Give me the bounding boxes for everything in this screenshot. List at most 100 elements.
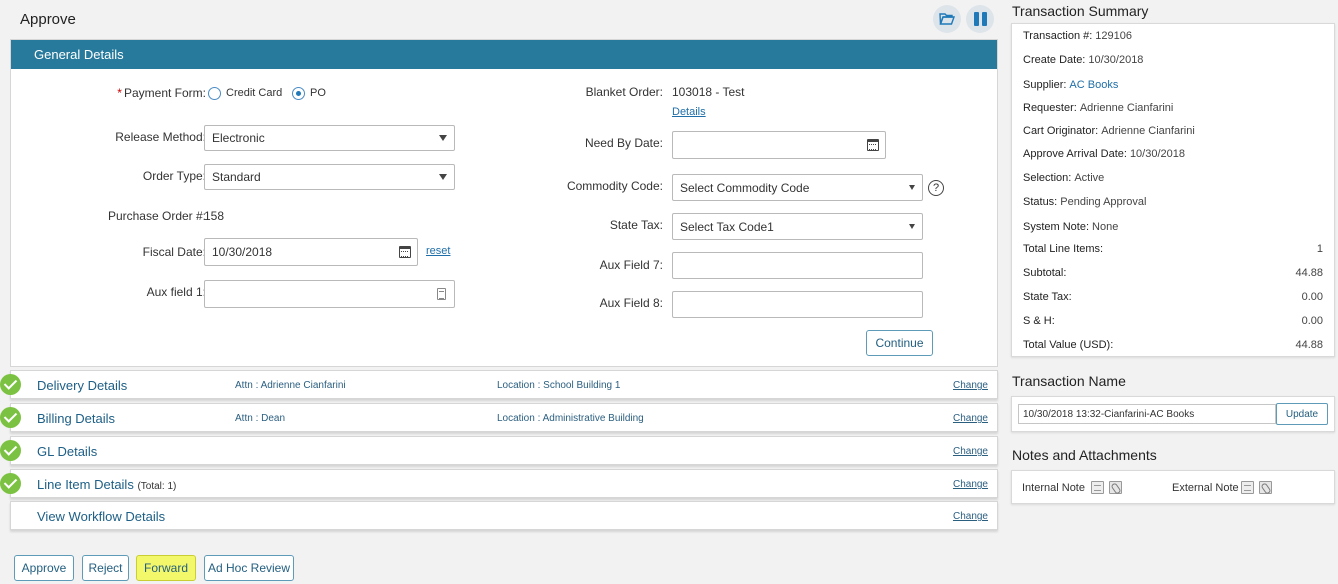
external-note-attachment-icon[interactable]: [1259, 481, 1272, 494]
summary-key: Transaction #:: [1023, 30, 1093, 42]
commodity-code-select[interactable]: Select Commodity Code: [672, 174, 923, 201]
summary-approve-arrival: Approve Arrival Date: 10/30/2018: [1023, 148, 1323, 164]
summary-state-tax: State Tax: 0.00: [1023, 291, 1323, 307]
release-method-label: Release Method:: [115, 130, 206, 144]
summary-value: 44.88: [1295, 267, 1323, 279]
summary-key: Subtotal:: [1023, 267, 1067, 279]
release-method-select[interactable]: Electronic: [204, 125, 455, 151]
delivery-change-link[interactable]: Change: [953, 380, 988, 391]
summary-cart-originator: Cart Originator: Adrienne Cianfarini: [1023, 125, 1323, 141]
billing-location: Location : Administrative Building: [497, 413, 644, 424]
summary-key: Selection:: [1023, 172, 1072, 184]
state-tax-select[interactable]: Select Tax Code1: [672, 213, 923, 240]
gl-details-row[interactable]: GL Details Change: [10, 436, 998, 465]
fiscal-date-reset-link[interactable]: reset: [426, 245, 450, 257]
workflow-details-title[interactable]: View Workflow Details: [37, 509, 165, 524]
line-item-details-title[interactable]: Line Item Details (Total: 1): [37, 477, 176, 492]
notepad-icon[interactable]: [437, 288, 446, 300]
aux-field-8-label: Aux Field 8:: [599, 296, 663, 310]
summary-value: Active: [1074, 172, 1105, 184]
billing-details-row[interactable]: Billing Details Attn : Dean Location : A…: [10, 403, 998, 432]
billing-details-title[interactable]: Billing Details: [37, 411, 115, 426]
line-item-total: (Total: 1): [137, 481, 177, 492]
gl-change-link[interactable]: Change: [953, 446, 988, 457]
delivery-details-title[interactable]: Delivery Details: [37, 378, 127, 393]
supplier-link[interactable]: AC Books: [1069, 79, 1118, 91]
help-icon[interactable]: ?: [928, 180, 944, 196]
aux-field-8-input[interactable]: [672, 291, 923, 318]
commodity-code-label: Commodity Code:: [566, 179, 663, 193]
summary-key: Total Value (USD):: [1023, 339, 1114, 351]
aux-field-7-label: Aux Field 7:: [599, 258, 663, 272]
order-type-select[interactable]: Standard: [204, 164, 455, 190]
po-number-value: 158: [204, 209, 225, 223]
summary-key: Create Date:: [1023, 54, 1086, 66]
summary-supplier: Supplier: AC Books: [1023, 79, 1323, 95]
external-note-document-icon[interactable]: [1241, 481, 1254, 494]
pause-icon[interactable]: [966, 5, 994, 33]
summary-system-note: System Note: None: [1023, 221, 1323, 237]
aux-field-1-label: Aux field 1:: [146, 285, 206, 299]
summary-transaction-no: Transaction #: 129106: [1023, 30, 1323, 46]
summary-value: Adrienne Cianfarini: [1101, 125, 1195, 137]
blanket-order-value: 103018 - Test: [672, 85, 745, 99]
po-number-label: Purchase Order #:: [107, 209, 206, 223]
transaction-name-box: 10/30/2018 13:32-Cianfarini-AC Books Upd…: [1011, 396, 1335, 432]
summary-value: 129106: [1095, 30, 1133, 42]
internal-note-attachment-icon[interactable]: [1109, 481, 1122, 494]
forward-button[interactable]: Forward: [136, 555, 196, 581]
payment-form-label: * Payment Form:: [117, 86, 206, 100]
summary-value: None: [1092, 221, 1119, 233]
need-by-date-input[interactable]: [672, 131, 886, 159]
gl-details-title[interactable]: GL Details: [37, 444, 97, 459]
summary-key: Cart Originator:: [1023, 125, 1099, 137]
notes-attachments-box: Internal Note External Note: [1011, 470, 1335, 504]
line-item-change-link[interactable]: Change: [953, 479, 988, 490]
summary-sh: S & H: 0.00: [1023, 315, 1323, 331]
summary-total-line-items: Total Line Items: 1: [1023, 243, 1323, 259]
blanket-order-label: Blanket Order:: [585, 85, 663, 99]
external-note-label: External Note: [1172, 482, 1239, 494]
billing-complete-check-icon: [0, 407, 21, 428]
update-button[interactable]: Update: [1276, 403, 1328, 425]
commodity-code-value: Select Commodity Code: [680, 180, 810, 195]
billing-attn: Attn : Dean: [235, 413, 286, 424]
chevron-down-icon: [439, 135, 447, 141]
summary-value: 10/30/2018: [1129, 148, 1185, 160]
aux-field-7-input[interactable]: [672, 252, 923, 279]
folder-icon[interactable]: [933, 5, 961, 33]
state-tax-value: Select Tax Code1: [680, 219, 774, 234]
summary-total-value: Total Value (USD): 44.88: [1023, 339, 1323, 355]
workflow-change-link[interactable]: Change: [953, 511, 988, 522]
delivery-location: Location : School Building 1: [497, 380, 621, 391]
internal-note-label: Internal Note: [1022, 482, 1085, 494]
po-radio[interactable]: [292, 87, 305, 100]
transaction-summary-box: Transaction #: 129106 Create Date: 10/30/2…: [1011, 23, 1335, 357]
summary-selection: Selection: Active: [1023, 172, 1323, 188]
summary-key: Approve Arrival Date:: [1023, 148, 1127, 160]
calendar-icon[interactable]: [399, 246, 411, 258]
transaction-name-input[interactable]: 10/30/2018 13:32-Cianfarini-AC Books: [1018, 404, 1276, 424]
credit-card-radio[interactable]: [208, 87, 221, 100]
billing-change-link[interactable]: Change: [953, 413, 988, 424]
open-folder-icon: [939, 13, 955, 25]
credit-card-radio-label: Credit Card: [226, 87, 283, 99]
ad-hoc-review-button[interactable]: Ad Hoc Review: [204, 555, 294, 581]
chevron-down-icon: [439, 174, 447, 180]
workflow-details-row[interactable]: View Workflow Details Change: [10, 501, 998, 530]
po-radio-label: PO: [310, 87, 326, 99]
aux-field-1-input[interactable]: [204, 280, 455, 308]
notes-attachments-title: Notes and Attachments: [1012, 447, 1157, 463]
general-details-header[interactable]: General Details: [11, 40, 997, 69]
state-tax-label: State Tax:: [609, 218, 663, 232]
approve-button[interactable]: Approve: [14, 555, 74, 581]
line-item-details-row[interactable]: Line Item Details (Total: 1) Change: [10, 469, 998, 498]
blanket-order-details-link[interactable]: Details: [672, 106, 706, 118]
summary-key: Requester:: [1023, 102, 1077, 114]
fiscal-date-input[interactable]: 10/30/2018: [204, 238, 418, 266]
calendar-icon[interactable]: [867, 139, 879, 151]
continue-button[interactable]: Continue: [866, 330, 933, 356]
reject-button[interactable]: Reject: [82, 555, 129, 581]
delivery-details-row[interactable]: Delivery Details Attn : Adrienne Cianfar…: [10, 370, 998, 399]
internal-note-document-icon[interactable]: [1091, 481, 1104, 494]
